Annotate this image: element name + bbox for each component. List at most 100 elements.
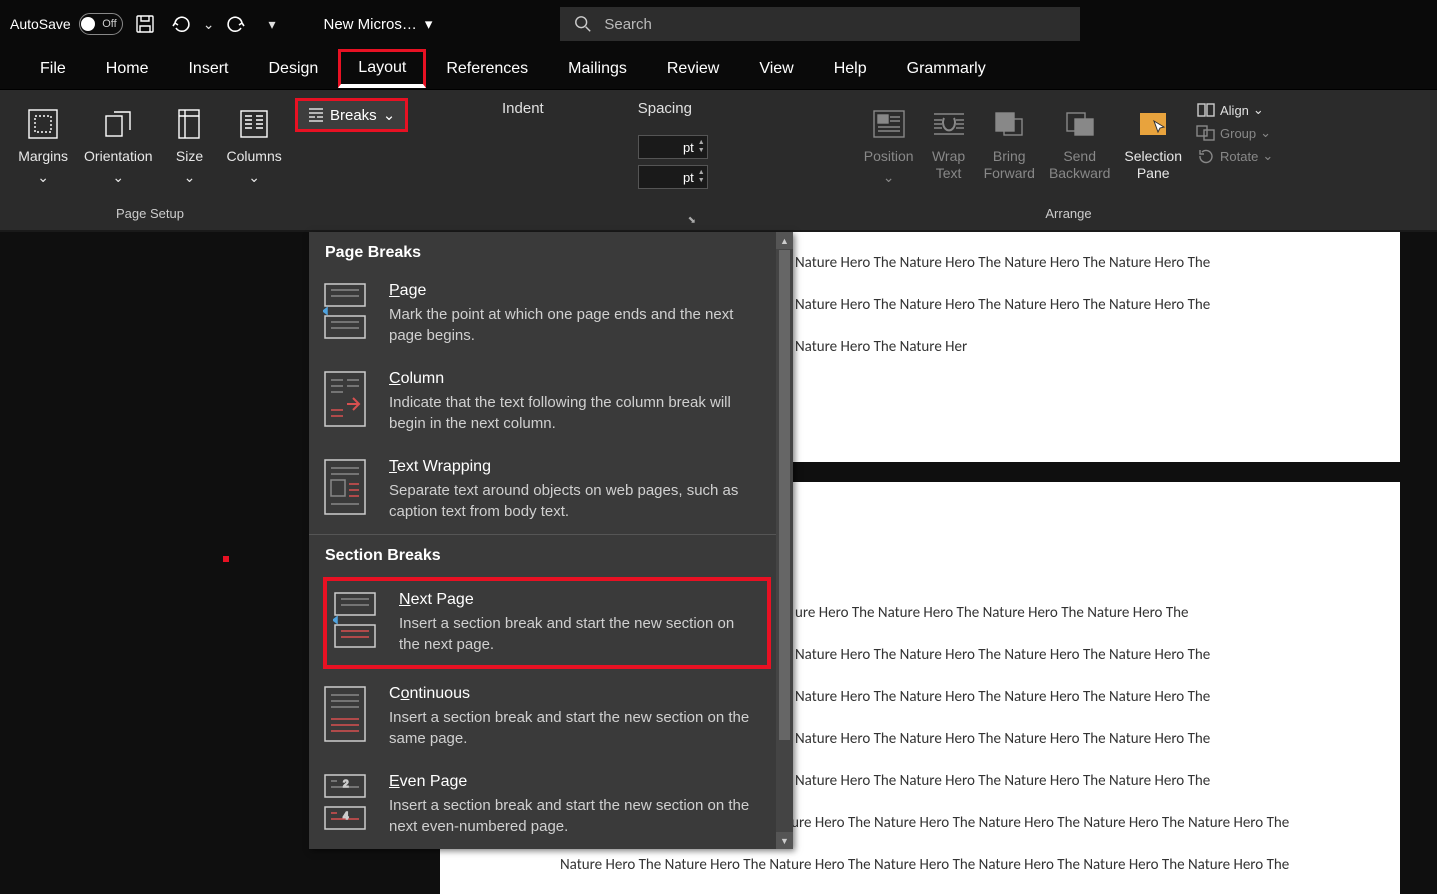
column-break-title: Column [389,370,751,388]
search-placeholder: Search [604,16,652,33]
group-button[interactable]: Group⌄ [1192,123,1277,143]
wrap-text-icon [929,104,969,144]
page-break-title: Page [389,282,751,300]
doc-line: Nature Hero The Nature Hero The Nature H… [560,844,1375,886]
doc-line: Nature Hero The Nature Hero The Nature H… [795,760,1375,802]
align-button[interactable]: Align⌄ [1192,100,1277,120]
rotate-button[interactable]: Rotate⌄ [1192,146,1277,166]
send-backward-button[interactable]: Send Backward [1045,100,1114,186]
search-box[interactable]: Search [560,7,1080,41]
autosave-state: Off [102,18,116,30]
doc-line: Nature Hero The Nature Hero The Nature H… [795,242,1375,284]
next-page-desc: Insert a section break and start the new… [399,613,739,655]
dropdown-scrollbar[interactable]: ▲ ▼ [776,232,793,849]
page-breaks-header: Page Breaks [309,232,793,270]
tab-grammarly[interactable]: Grammarly [887,50,1006,88]
bring-forward-button[interactable]: Bring Forward [980,100,1039,186]
continuous-item[interactable]: Continuous Insert a section break and st… [309,673,793,761]
columns-button[interactable]: Columns ⌄ [223,100,286,190]
page-break-item[interactable]: Page Mark the point at which one page en… [309,270,793,358]
scroll-thumb[interactable] [779,250,790,740]
next-page-icon [333,591,377,649]
tab-review[interactable]: Review [647,50,739,88]
even-page-item[interactable]: 24 Even Page Insert a section break and … [309,761,793,849]
even-page-desc: Insert a section break and start the new… [389,795,751,837]
ribbon-tabs: File Home Insert Design Layout Reference… [0,48,1437,90]
cursor-mark [223,556,229,562]
spacing-label: Spacing [638,100,692,117]
column-break-item[interactable]: Column Indicate that the text following … [309,358,793,446]
doc-line: Nature Hero The Nature Hero The Nature H… [795,718,1375,760]
text-wrapping-item[interactable]: Text Wrapping Separate text around objec… [309,446,793,534]
tab-layout[interactable]: Layout [338,49,426,88]
save-icon[interactable] [131,10,159,38]
page-setup-group: Margins ⌄ Orientation ⌄ Size ⌄ Columns ⌄… [0,90,300,230]
wrap-text-button[interactable]: Wrap Text [924,100,974,186]
position-icon [869,104,909,144]
section-breaks-header: Section Breaks [309,534,793,573]
text-wrapping-title: Text Wrapping [389,458,751,476]
position-button[interactable]: Position ⌄ [860,100,918,190]
next-page-title: Next Page [399,591,739,609]
scroll-up-icon[interactable]: ▲ [776,232,793,249]
paragraph-group: Indent Spacing pt ▲▼ pt ▲▼ ⬊ [300,90,700,230]
autosave-toggle[interactable]: AutoSave Off [10,13,123,35]
orientation-icon [98,104,138,144]
tab-view[interactable]: View [739,50,813,88]
page-setup-label: Page Setup [116,206,184,225]
autosave-switch[interactable]: Off [79,13,123,35]
group-icon [1196,125,1216,141]
spacing-after-spinner[interactable]: pt ▲▼ [638,165,708,189]
text-wrapping-desc: Separate text around objects on web page… [389,480,751,522]
continuous-title: Continuous [389,685,751,703]
search-icon [574,15,592,33]
qat-more[interactable]: ▾ [268,16,275,33]
doc-line: Nature Hero The Nature Her [795,326,1375,368]
columns-icon [234,104,274,144]
tab-design[interactable]: Design [248,50,338,88]
doc-line: Nature Hero The Nature Hero The Nature H… [795,634,1375,676]
align-icon [1196,102,1216,118]
continuous-desc: Insert a section break and start the new… [389,707,751,749]
rotate-icon [1196,148,1216,164]
page-break-desc: Mark the point at which one page ends an… [389,304,751,346]
ribbon: Margins ⌄ Orientation ⌄ Size ⌄ Columns ⌄… [0,90,1437,230]
tab-file[interactable]: File [20,50,86,88]
scroll-down-icon[interactable]: ▼ [776,832,793,849]
doc-line: Nature Hero The Nature Hero The Nature H… [795,676,1375,718]
column-break-icon [323,370,367,428]
selection-pane-icon [1133,104,1173,144]
undo-dropdown[interactable]: ⌄ [203,16,215,33]
bring-forward-icon [989,104,1029,144]
send-backward-icon [1060,104,1100,144]
undo-icon[interactable] [167,10,195,38]
tab-mailings[interactable]: Mailings [548,50,647,88]
orientation-button[interactable]: Orientation ⌄ [80,100,156,190]
tab-insert[interactable]: Insert [168,50,248,88]
arrange-group: Position ⌄ Wrap Text Bring Forward Send … [700,90,1437,230]
even-page-icon: 24 [323,773,367,831]
even-page-title: Even Page [389,773,751,791]
selection-pane-button[interactable]: Selection Pane [1120,100,1186,186]
spacing-before-spinner[interactable]: pt ▲▼ [638,135,708,159]
tab-help[interactable]: Help [814,50,887,88]
document-title[interactable]: New Micros… ▾ [323,15,432,33]
margins-icon [23,104,63,144]
next-page-item[interactable]: Next Page Insert a section break and sta… [323,577,771,669]
tab-references[interactable]: References [426,50,548,88]
breaks-dropdown: Page Breaks Page Mark the point at which… [309,232,793,849]
margins-button[interactable]: Margins ⌄ [14,100,72,190]
title-dropdown-icon: ▾ [425,15,433,33]
redo-icon[interactable] [222,10,250,38]
svg-text:4: 4 [343,811,349,822]
paragraph-dialog-launcher[interactable]: ⬊ [688,215,696,226]
page-break-icon [323,282,367,340]
doc-line: ure Hero The Nature Hero The Nature Hero… [795,592,1375,634]
size-button[interactable]: Size ⌄ [165,100,215,190]
text-wrapping-icon [323,458,367,516]
autosave-label: AutoSave [10,16,71,32]
tab-home[interactable]: Home [86,50,169,88]
size-icon [170,104,210,144]
arrange-label: Arrange [1045,206,1091,225]
column-break-desc: Indicate that the text following the col… [389,392,751,434]
